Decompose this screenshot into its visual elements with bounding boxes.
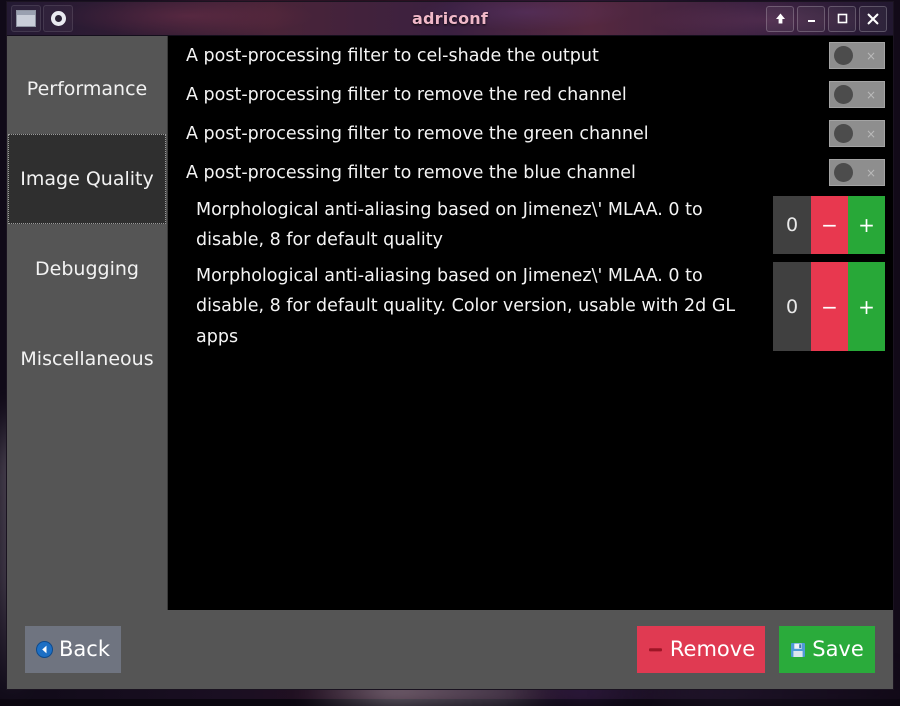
sidebar-item-performance[interactable]: Performance (8, 44, 166, 134)
window-title: adriconf (7, 9, 893, 28)
maximize-button[interactable] (828, 6, 856, 32)
setting-row: Morphological anti-aliasing based on Jim… (168, 258, 893, 355)
setting-row: A post-processing filter to remove the r… (168, 75, 893, 114)
circle-icon-glyph (51, 11, 66, 26)
application-window: adriconf (6, 1, 894, 690)
back-button-label: Back (59, 639, 110, 660)
toggle-knob (834, 163, 853, 182)
toggle-switch[interactable]: × (829, 42, 885, 69)
window-body: Performance Image Quality Debugging Misc… (7, 36, 893, 610)
minimize-button[interactable] (797, 6, 825, 32)
stepper-decrement-button[interactable]: − (811, 196, 848, 254)
sidebar-item-image-quality[interactable]: Image Quality (8, 134, 166, 224)
toggle-off-icon: × (866, 167, 876, 179)
stepper-value[interactable]: 0 (773, 196, 811, 254)
stepper-increment-button[interactable]: + (848, 262, 885, 351)
toggle-knob (834, 124, 853, 143)
close-button[interactable] (859, 6, 887, 32)
toggle-switch[interactable]: × (829, 81, 885, 108)
number-stepper: 0 − + (773, 262, 885, 351)
setting-description: A post-processing filter to remove the b… (186, 158, 829, 188)
setting-description: Morphological anti-aliasing based on Jim… (186, 193, 773, 258)
toggle-knob (834, 85, 853, 104)
sidebar-item-debugging[interactable]: Debugging (8, 224, 166, 314)
toggle-knob (834, 46, 853, 65)
titlebar-window-controls (766, 6, 893, 32)
setting-description: Morphological anti-aliasing based on Jim… (186, 259, 773, 355)
title-bar[interactable]: adriconf (7, 2, 893, 36)
toggle-off-icon: × (866, 89, 876, 101)
window-icon-glyph (16, 10, 36, 27)
app-menu-icon[interactable] (43, 5, 73, 32)
setting-row: A post-processing filter to remove the g… (168, 114, 893, 153)
stepper-value[interactable]: 0 (773, 262, 811, 351)
setting-description: A post-processing filter to cel-shade th… (186, 41, 829, 71)
back-arrow-icon (36, 641, 53, 658)
setting-description: A post-processing filter to remove the g… (186, 119, 829, 149)
minus-icon (647, 641, 664, 658)
sidebar-item-miscellaneous[interactable]: Miscellaneous (8, 314, 166, 404)
back-button[interactable]: Back (25, 626, 121, 673)
setting-row: Morphological anti-aliasing based on Jim… (168, 192, 893, 258)
toggle-off-icon: × (866, 128, 876, 140)
settings-panel: A post-processing filter to cel-shade th… (167, 36, 893, 610)
toggle-off-icon: × (866, 50, 876, 62)
toggle-switch[interactable]: × (829, 159, 885, 186)
setting-description: A post-processing filter to remove the r… (186, 80, 829, 110)
remove-button[interactable]: Remove (637, 626, 765, 673)
stepper-decrement-button[interactable]: − (811, 262, 848, 351)
setting-row: A post-processing filter to remove the b… (168, 153, 893, 192)
sidebar-item-label: Image Quality (20, 168, 153, 190)
sidebar-item-label: Performance (27, 78, 147, 100)
titlebar-left-buttons (7, 5, 73, 32)
shade-button[interactable] (766, 6, 794, 32)
sidebar-item-label: Debugging (35, 258, 139, 280)
remove-button-label: Remove (670, 639, 755, 660)
save-button-label: Save (812, 639, 864, 660)
save-button[interactable]: Save (779, 626, 875, 673)
sidebar-item-label: Miscellaneous (20, 348, 153, 370)
stepper-increment-button[interactable]: + (848, 196, 885, 254)
setting-row: A post-processing filter to cel-shade th… (168, 36, 893, 75)
toggle-switch[interactable]: × (829, 120, 885, 147)
window-menu-icon[interactable] (11, 5, 41, 32)
number-stepper: 0 − + (773, 196, 885, 254)
footer-bar: Back Remove Save (7, 610, 893, 689)
floppy-disk-icon (790, 642, 806, 658)
sidebar: Performance Image Quality Debugging Misc… (7, 36, 167, 610)
